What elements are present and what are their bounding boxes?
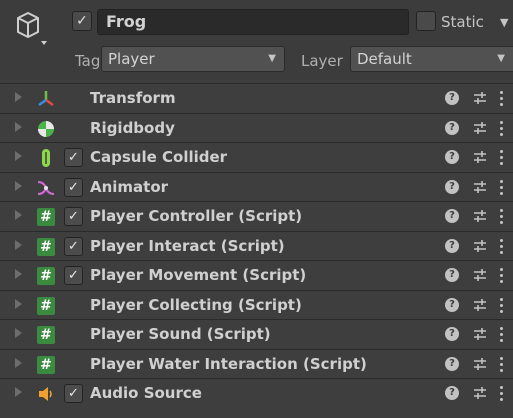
inspector-header: ✓ Frog Static ▼ Tag Player ▼ Layer Defau…: [0, 0, 513, 80]
chevron-down-icon: ▼: [268, 53, 276, 64]
component-row-player-controller[interactable]: # ✓ Player Controller (Script) ?: [0, 201, 513, 231]
more-options-icon[interactable]: [500, 238, 504, 256]
script-icon: #: [36, 266, 56, 286]
tag-label: Tag: [75, 52, 101, 70]
script-icon: #: [36, 355, 56, 375]
presets-icon[interactable]: [472, 149, 488, 165]
more-options-icon[interactable]: [500, 297, 504, 315]
component-row-player-collecting[interactable]: # Player Collecting (Script) ?: [0, 289, 513, 319]
rigidbody-icon: [38, 120, 54, 137]
transform-icon: [38, 91, 54, 107]
component-name: Player Collecting (Script): [90, 295, 302, 314]
foldout-arrow-icon[interactable]: [15, 387, 22, 397]
component-row-player-sound[interactable]: # Player Sound (Script) ?: [0, 319, 513, 349]
gameobject-cube-icon[interactable]: [8, 8, 48, 48]
active-checkbox[interactable]: ✓: [72, 11, 92, 31]
component-name: Player Water Interaction (Script): [90, 354, 367, 373]
help-icon[interactable]: ?: [445, 120, 459, 135]
foldout-arrow-icon[interactable]: [15, 269, 22, 279]
layer-label: Layer: [301, 52, 343, 70]
foldout-arrow-icon[interactable]: [15, 92, 22, 102]
component-row-rigidbody[interactable]: Rigidbody ?: [0, 112, 513, 142]
foldout-arrow-icon[interactable]: [15, 328, 22, 338]
component-name: Rigidbody: [90, 118, 175, 137]
component-row-animator[interactable]: ✓ Animator ?: [0, 171, 513, 201]
component-enabled-checkbox[interactable]: ✓: [64, 148, 83, 167]
presets-icon[interactable]: [472, 120, 488, 136]
more-options-icon[interactable]: [500, 208, 504, 226]
presets-icon[interactable]: [472, 267, 488, 283]
more-options-icon[interactable]: [500, 356, 504, 374]
component-name: Audio Source: [90, 384, 202, 402]
presets-icon[interactable]: [472, 326, 488, 342]
component-name: Player Sound (Script): [90, 325, 271, 343]
foldout-arrow-icon[interactable]: [15, 151, 22, 161]
audio-source-icon: [39, 387, 52, 401]
more-options-icon[interactable]: [500, 120, 504, 138]
component-row-player-movement[interactable]: # ✓ Player Movement (Script) ?: [0, 260, 513, 290]
more-options-icon[interactable]: [500, 267, 504, 285]
script-icon: #: [36, 325, 56, 345]
presets-icon[interactable]: [472, 208, 488, 224]
tag-dropdown[interactable]: Player ▼: [101, 46, 285, 72]
presets-icon[interactable]: [472, 356, 488, 372]
component-row-audio-source[interactable]: ✓ Audio Source ?: [0, 378, 513, 408]
foldout-arrow-icon[interactable]: [15, 298, 22, 309]
layer-value: Default: [357, 50, 412, 68]
chevron-down-icon: ▼: [497, 53, 505, 64]
presets-icon[interactable]: [472, 179, 488, 195]
presets-icon[interactable]: [472, 297, 488, 313]
presets-icon[interactable]: [472, 238, 488, 254]
static-label: Static: [441, 13, 484, 31]
foldout-arrow-icon[interactable]: [15, 180, 22, 191]
script-icon: #: [36, 207, 56, 227]
animator-icon: [37, 180, 55, 195]
foldout-arrow-icon[interactable]: [15, 121, 22, 132]
component-enabled-checkbox[interactable]: ✓: [64, 266, 83, 285]
foldout-arrow-icon[interactable]: [15, 357, 22, 368]
object-name-field[interactable]: Frog: [97, 9, 409, 35]
component-list: Transform ? Rigidbody ? ✓ Capsule Collid…: [0, 83, 513, 408]
component-row-transform[interactable]: Transform ?: [0, 83, 513, 113]
script-icon: #: [36, 296, 56, 316]
help-icon[interactable]: ?: [445, 238, 459, 253]
component-row-capsule-collider[interactable]: ✓ Capsule Collider ?: [0, 142, 513, 172]
component-name: Transform: [90, 89, 176, 107]
component-enabled-checkbox[interactable]: ✓: [64, 207, 83, 226]
component-row-player-interact[interactable]: # ✓ Player Interact (Script) ?: [0, 230, 513, 260]
component-enabled-checkbox[interactable]: ✓: [64, 236, 83, 256]
more-options-icon[interactable]: [500, 90, 504, 108]
help-icon[interactable]: ?: [445, 91, 459, 105]
more-options-icon[interactable]: [500, 385, 504, 403]
component-name: Player Movement (Script): [90, 266, 307, 284]
layer-dropdown[interactable]: Default ▼: [350, 46, 513, 72]
help-icon[interactable]: ?: [445, 386, 459, 400]
component-name: Player Controller (Script): [90, 207, 303, 225]
foldout-arrow-icon[interactable]: [15, 210, 22, 220]
component-name: Player Interact (Script): [90, 236, 285, 255]
help-icon[interactable]: ?: [445, 150, 459, 164]
static-checkbox[interactable]: [416, 11, 436, 31]
component-enabled-checkbox[interactable]: ✓: [64, 384, 83, 403]
help-icon[interactable]: ?: [445, 327, 459, 341]
tag-value: Player: [108, 50, 155, 68]
component-enabled-checkbox[interactable]: ✓: [64, 177, 83, 197]
component-name: Animator: [90, 177, 169, 196]
more-options-icon[interactable]: [500, 179, 504, 197]
help-icon[interactable]: ?: [445, 268, 459, 282]
help-icon[interactable]: ?: [445, 356, 459, 371]
help-icon[interactable]: ?: [445, 179, 459, 194]
foldout-arrow-icon[interactable]: [15, 239, 22, 250]
help-icon[interactable]: ?: [445, 209, 459, 223]
presets-icon[interactable]: [472, 90, 488, 106]
component-name: Capsule Collider: [90, 148, 228, 166]
help-icon[interactable]: ?: [445, 297, 459, 312]
more-options-icon[interactable]: [500, 149, 504, 167]
static-dropdown-arrow[interactable]: ▼: [500, 16, 508, 29]
capsule-collider-icon: [42, 149, 50, 167]
more-options-icon[interactable]: [500, 326, 504, 344]
presets-icon[interactable]: [472, 385, 488, 401]
script-icon: #: [36, 237, 56, 257]
component-row-player-water-interaction[interactable]: # Player Water Interaction (Script) ?: [0, 348, 513, 378]
